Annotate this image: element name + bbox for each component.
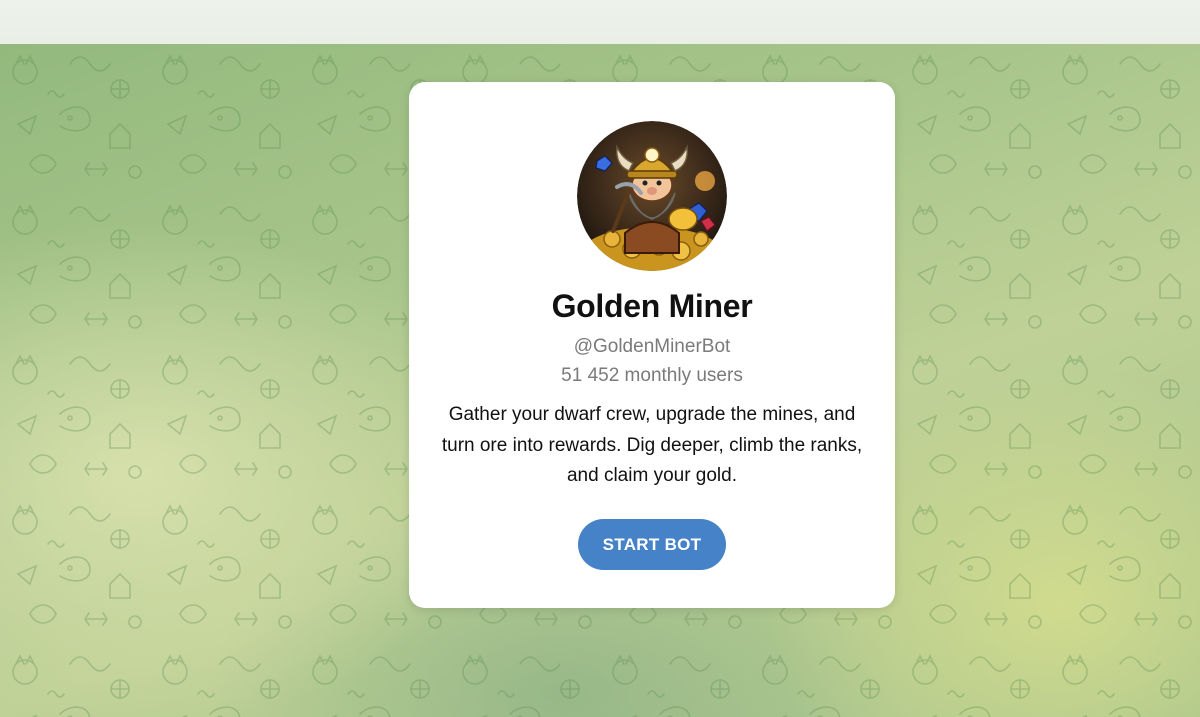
- top-bar: [0, 0, 1200, 45]
- dwarf-miner-avatar-icon: [577, 121, 727, 271]
- bot-username: @GoldenMinerBot: [573, 336, 731, 357]
- bot-avatar: [577, 121, 727, 271]
- monthly-users-count: 51 452 monthly users: [561, 365, 743, 386]
- start-bot-button[interactable]: START BOT: [578, 519, 726, 570]
- bot-description: Gather your dwarf crew, upgrade the mine…: [441, 404, 863, 486]
- bot-profile-card: Golden Miner @GoldenMinerBot 51 452 mont…: [409, 82, 895, 608]
- bot-name: Golden Miner: [551, 288, 753, 324]
